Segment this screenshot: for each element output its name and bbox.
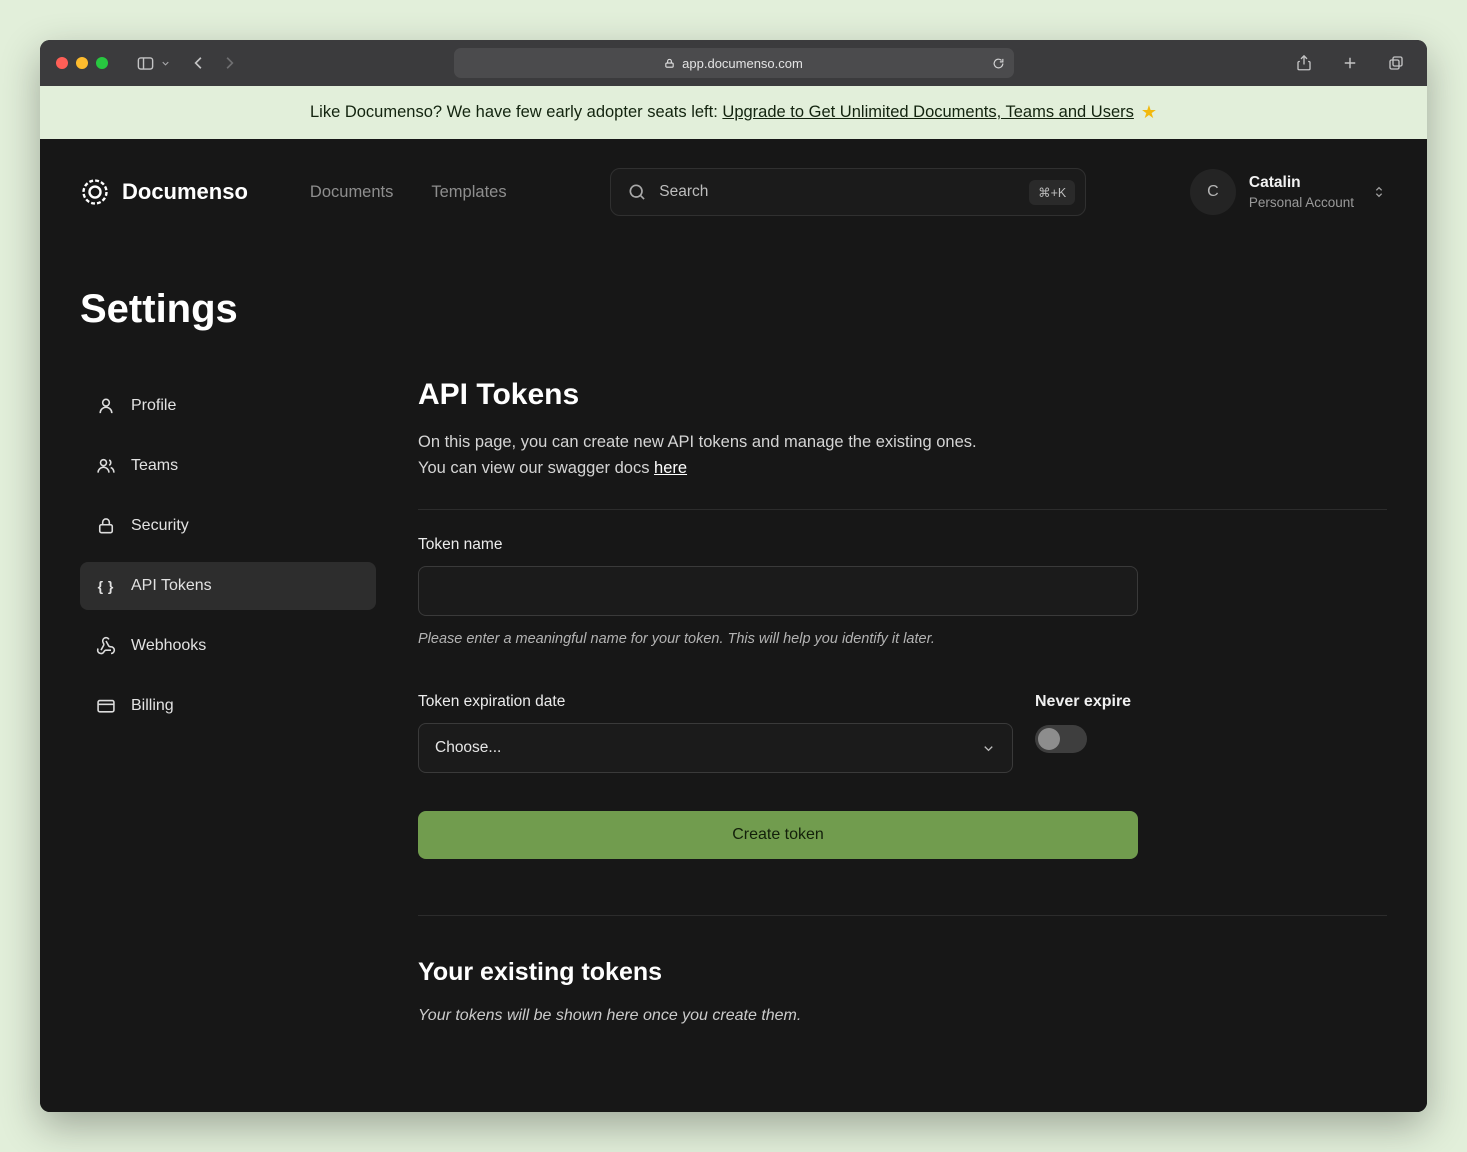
search-shortcut-badge: ⌘+K — [1029, 180, 1075, 205]
toggle-knob — [1038, 728, 1060, 750]
sidebar-item-label: Security — [131, 517, 189, 535]
create-token-button[interactable]: Create token — [418, 811, 1138, 859]
sidebar-item-label: API Tokens — [131, 577, 212, 595]
chevron-down-icon — [981, 741, 996, 756]
traffic-lights — [56, 57, 108, 69]
reload-icon[interactable] — [992, 57, 1005, 70]
sidebar-item-label: Profile — [131, 397, 176, 415]
sidebar-item-profile[interactable]: Profile — [80, 382, 376, 430]
tab-overview-chevron-icon[interactable] — [160, 58, 174, 69]
user-name: Catalin — [1249, 174, 1354, 192]
sidebar-item-security[interactable]: Security — [80, 502, 376, 550]
promo-banner: Like Documenso? We have few early adopte… — [40, 86, 1427, 139]
token-name-input[interactable] — [418, 566, 1138, 616]
api-tokens-panel: API Tokens On this page, you can create … — [418, 382, 1387, 1025]
brand[interactable]: Documenso — [80, 177, 248, 207]
lock-icon — [664, 58, 675, 69]
never-expire-toggle[interactable] — [1035, 725, 1087, 753]
share-icon[interactable] — [1289, 48, 1319, 78]
minimize-window-button[interactable] — [76, 57, 88, 69]
close-window-button[interactable] — [56, 57, 68, 69]
existing-tokens-title: Your existing tokens — [418, 958, 1387, 987]
upgrade-link[interactable]: Upgrade to Get Unlimited Documents, Team… — [722, 103, 1133, 122]
user-account-type: Personal Account — [1249, 195, 1354, 210]
user-icon — [96, 396, 116, 416]
nav-documents[interactable]: Documents — [310, 183, 393, 202]
braces-icon: { } — [96, 578, 116, 594]
credit-card-icon — [96, 696, 116, 716]
main-nav: Documents Templates — [310, 183, 507, 202]
existing-tokens-empty-text: Your tokens will be shown here once you … — [418, 1007, 1387, 1025]
brand-name: Documenso — [122, 179, 248, 205]
sidebar-item-label: Teams — [131, 457, 178, 475]
divider — [418, 509, 1387, 510]
new-tab-icon[interactable] — [1335, 48, 1365, 78]
app-content: Documenso Documents Templates Search ⌘+K… — [40, 139, 1427, 1112]
sidebar-item-api-tokens[interactable]: { } API Tokens — [80, 562, 376, 610]
swagger-docs-link[interactable]: here — [654, 459, 687, 477]
forward-button[interactable] — [214, 48, 244, 78]
address-bar[interactable]: app.documenso.com — [454, 48, 1014, 78]
account-menu[interactable]: C Catalin Personal Account — [1190, 169, 1387, 215]
webhook-icon — [96, 636, 116, 656]
settings-sidebar: Profile Teams Security { } API Token — [80, 382, 376, 1025]
section-title: API Tokens — [418, 378, 1387, 412]
sidebar-toggle-icon[interactable] — [130, 48, 160, 78]
search-icon — [627, 182, 647, 202]
app-header: Documenso Documents Templates Search ⌘+K… — [80, 139, 1387, 245]
search-input[interactable]: Search ⌘+K — [610, 168, 1086, 216]
documenso-logo-icon — [80, 177, 110, 207]
browser-titlebar: app.documenso.com — [40, 40, 1427, 86]
token-name-label: Token name — [418, 536, 1387, 554]
avatar: C — [1190, 169, 1236, 215]
tab-overview-icon[interactable] — [1381, 48, 1411, 78]
section-description: On this page, you can create new API tok… — [418, 430, 1387, 481]
expiration-selected-value: Choose... — [435, 739, 501, 757]
star-icon: ★ — [1141, 102, 1157, 123]
never-expire-label: Never expire — [1035, 693, 1131, 711]
chevrons-up-down-icon — [1371, 184, 1387, 200]
users-icon — [96, 456, 116, 476]
token-name-help: Please enter a meaningful name for your … — [418, 631, 1387, 647]
promo-text: Like Documenso? We have few early adopte… — [310, 103, 722, 122]
sidebar-item-label: Webhooks — [131, 637, 206, 655]
zoom-window-button[interactable] — [96, 57, 108, 69]
sidebar-item-webhooks[interactable]: Webhooks — [80, 622, 376, 670]
sidebar-item-label: Billing — [131, 697, 174, 715]
divider — [418, 915, 1387, 916]
expiration-select[interactable]: Choose... — [418, 723, 1013, 773]
page-title: Settings — [80, 287, 1387, 332]
url-text: app.documenso.com — [682, 56, 803, 71]
sidebar-item-teams[interactable]: Teams — [80, 442, 376, 490]
nav-templates[interactable]: Templates — [431, 183, 506, 202]
browser-window: app.documenso.com Like Documenso? We hav… — [40, 40, 1427, 1112]
back-button[interactable] — [184, 48, 214, 78]
expiration-label: Token expiration date — [418, 693, 1013, 711]
sidebar-item-billing[interactable]: Billing — [80, 682, 376, 730]
search-placeholder: Search — [659, 183, 708, 201]
lock-icon — [96, 516, 116, 536]
